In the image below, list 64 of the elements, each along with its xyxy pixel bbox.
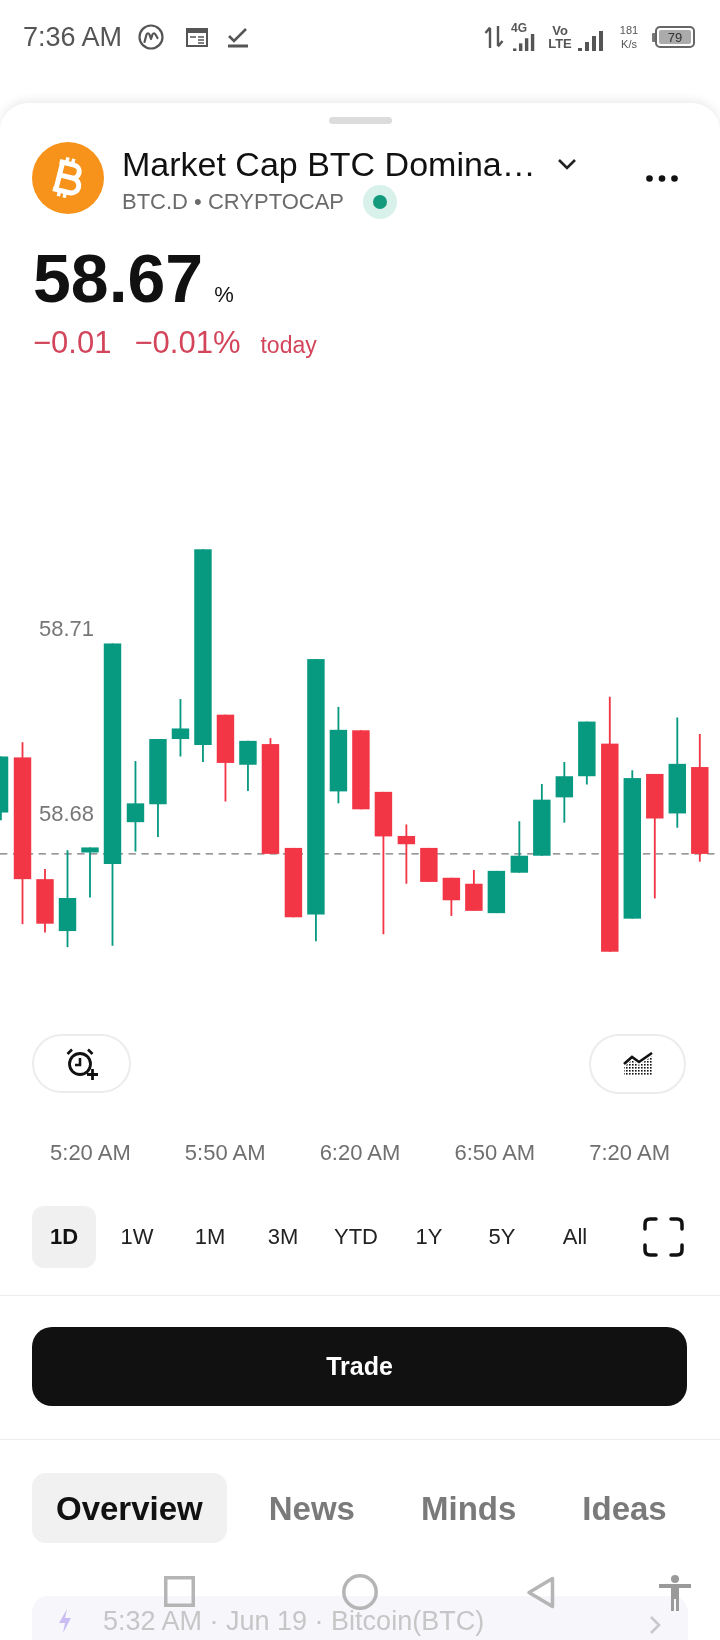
time-axis-label: 6:20 AM — [319, 1139, 401, 1165]
range-tab[interactable]: 1M — [178, 1206, 242, 1268]
time-axis-label: 5:20 AM — [50, 1139, 131, 1165]
more-icon[interactable] — [646, 174, 678, 182]
fullscreen-icon — [643, 1217, 684, 1257]
candle — [578, 720, 596, 786]
candle — [555, 761, 574, 824]
chevron-right-icon — [649, 1615, 661, 1635]
volte-label: Vo LTE — [547, 24, 573, 50]
section-tab[interactable]: Overview — [32, 1473, 227, 1543]
range-tab[interactable]: YTD — [324, 1206, 388, 1268]
add-alert-button[interactable] — [32, 1034, 131, 1093]
network-speed: 181 K/s — [618, 23, 640, 51]
section-tab[interactable]: News — [244, 1473, 379, 1543]
candle — [510, 820, 529, 874]
price-value: 58.67 — [33, 244, 204, 312]
fullscreen-button[interactable] — [643, 1217, 684, 1257]
network-type-label: 4G — [511, 23, 527, 34]
price-change: −0.01 — [33, 327, 112, 358]
drag-handle[interactable] — [328, 117, 392, 124]
coin-logo-icon — [32, 142, 104, 214]
chart-style-button[interactable] — [589, 1034, 686, 1094]
time-axis-label: 5:50 AM — [184, 1139, 266, 1165]
candle — [81, 846, 99, 899]
price-axis-label: 58.71 — [39, 618, 95, 640]
candle — [36, 868, 54, 934]
chevron-down-icon[interactable] — [556, 158, 577, 170]
section-tab[interactable]: Ideas — [558, 1473, 691, 1543]
alarm-plus-icon — [64, 1046, 99, 1081]
bolt-icon — [58, 1609, 72, 1633]
accessibility-icon[interactable] — [659, 1575, 691, 1611]
range-tab[interactable]: 1W — [105, 1206, 169, 1268]
range-tab[interactable]: 5Y — [470, 1206, 534, 1268]
candle — [465, 869, 483, 912]
candle — [239, 739, 257, 792]
trade-button[interactable]: Trade — [32, 1327, 687, 1406]
time-axis-label: 7:20 AM — [589, 1139, 670, 1165]
percent-change: −0.01% — [134, 327, 241, 358]
price-unit: % — [214, 284, 234, 306]
logo-icon — [138, 24, 165, 50]
range-tab[interactable]: 1Y — [397, 1206, 461, 1268]
price-axis-label: 58.68 — [39, 803, 95, 825]
range-tab[interactable]: All — [543, 1206, 607, 1268]
data-arrows-icon — [484, 25, 504, 49]
window-icon — [186, 27, 209, 47]
check-icon — [227, 26, 250, 48]
battery-indicator: 79 — [652, 26, 695, 48]
candle — [442, 876, 461, 917]
change-period: today — [260, 334, 317, 357]
status-time: 7:36 AM — [23, 23, 123, 51]
candle — [397, 823, 416, 885]
candle — [284, 847, 303, 919]
candle — [171, 698, 190, 758]
instrument-title[interactable]: Market Cap BTC Domina… — [122, 147, 536, 181]
candle — [487, 869, 506, 915]
candle — [0, 755, 9, 822]
candle — [420, 847, 438, 883]
range-tab[interactable]: 3M — [251, 1206, 315, 1268]
signal-icon — [578, 31, 605, 51]
area-chart-icon — [622, 1052, 653, 1076]
section-tab[interactable]: Minds — [397, 1473, 541, 1543]
instrument-subtitle: BTC.D • CRYPTOCAP — [122, 191, 345, 213]
range-tab[interactable]: 1D — [32, 1206, 96, 1268]
time-axis-label: 6:50 AM — [454, 1139, 536, 1165]
